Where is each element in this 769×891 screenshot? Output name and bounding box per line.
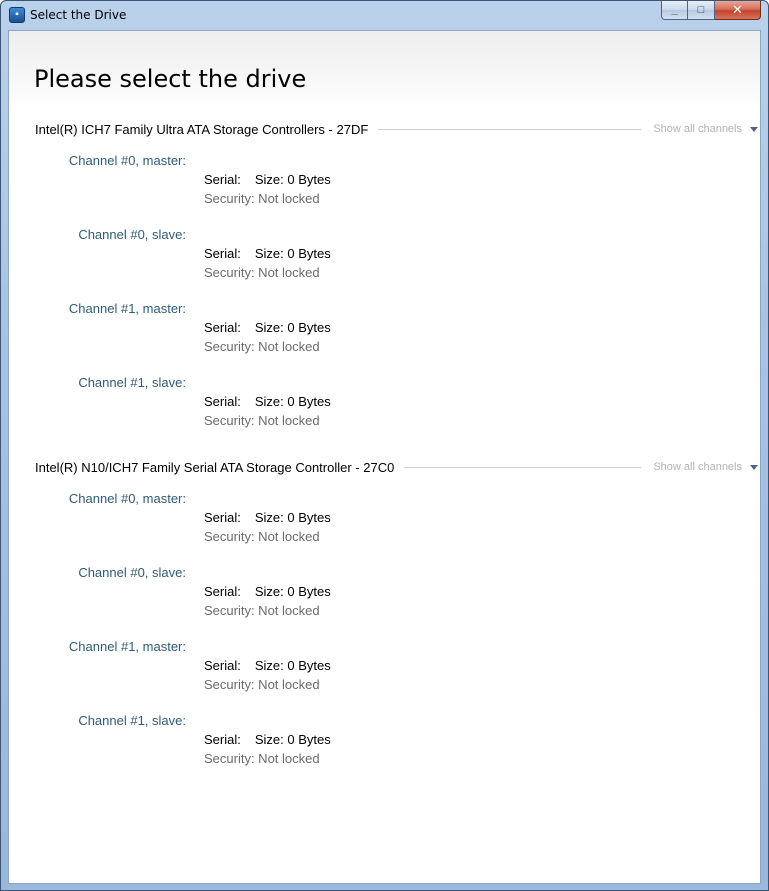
size-value: Size: 0 Bytes (254, 246, 331, 261)
drive-info: Serial: Size: 0 Bytes (204, 732, 331, 747)
title-bar[interactable]: ▪ Select the Drive _ □ ✕ (1, 1, 768, 30)
channel-label: Channel #1, slave: (78, 375, 186, 390)
controller-name: Intel(R) N10/ICH7 Family Serial ATA Stor… (35, 459, 395, 475)
minimize-button[interactable]: _ (661, 1, 688, 20)
channel-label: Channel #1, master: (68, 301, 186, 316)
size-value: Size: 0 Bytes (254, 584, 331, 599)
show-all-channels-link[interactable]: Show all channels (653, 461, 742, 473)
drive-info: Serial: Size: 0 Bytes (204, 510, 331, 525)
serial-label: Serial: (204, 394, 241, 409)
serial-label: Serial: (204, 732, 241, 747)
serial-label: Serial: (204, 320, 241, 335)
minimize-icon: _ (671, 4, 678, 16)
maximize-icon: □ (697, 4, 705, 16)
serial-label: Serial: (204, 246, 241, 261)
size-value: Size: 0 Bytes (254, 320, 331, 335)
channel-item[interactable]: Channel #1, master: Serial: Size: 0 Bytes… (9, 639, 760, 699)
channel-label: Channel #0, slave: (78, 565, 186, 580)
channel-label: Channel #1, slave: (78, 713, 186, 728)
drive-info: Serial: Size: 0 Bytes (204, 320, 331, 335)
security-status: Security: Not locked (204, 751, 320, 766)
security-status: Security: Not locked (204, 265, 320, 280)
serial-label: Serial: (204, 510, 241, 525)
close-button[interactable]: ✕ (715, 1, 761, 20)
window-controls: _ □ ✕ (661, 1, 761, 21)
chevron-down-icon[interactable] (750, 126, 758, 132)
channel-label: Channel #0, master: (68, 153, 186, 168)
controller-header: Intel(R) N10/ICH7 Family Serial ATA Stor… (35, 459, 760, 475)
serial-label: Serial: (204, 172, 241, 187)
size-value: Size: 0 Bytes (254, 658, 331, 673)
controller-name: Intel(R) ICH7 Family Ultra ATA Storage C… (35, 121, 369, 137)
channel-item[interactable]: Channel #0, slave: Serial: Size: 0 Bytes … (9, 227, 760, 287)
chevron-down-icon[interactable] (750, 464, 758, 470)
channel-label: Channel #1, master: (68, 639, 186, 654)
channel-label: Channel #0, slave: (78, 227, 186, 242)
drive-info: Serial: Size: 0 Bytes (204, 246, 331, 261)
drive-info: Serial: Size: 0 Bytes (204, 658, 331, 673)
security-status: Security: Not locked (204, 677, 320, 692)
serial-label: Serial: (204, 658, 241, 673)
channel-item[interactable]: Channel #0, master: Serial: Size: 0 Bytes… (9, 153, 760, 213)
channel-label: Channel #0, master: (68, 491, 186, 506)
app-drive-icon: ▪ (9, 7, 25, 23)
close-icon: ✕ (732, 2, 743, 17)
security-status: Security: Not locked (204, 529, 320, 544)
channel-item[interactable]: Channel #1, slave: Serial: Size: 0 Bytes … (9, 375, 760, 435)
security-status: Security: Not locked (204, 191, 320, 206)
channel-item[interactable]: Channel #1, slave: Serial: Size: 0 Bytes … (9, 713, 760, 773)
size-value: Size: 0 Bytes (254, 732, 331, 747)
drive-info: Serial: Size: 0 Bytes (204, 584, 331, 599)
dialog-window: ▪ Select the Drive _ □ ✕ Please select t… (0, 0, 769, 891)
window-title: Select the Drive (30, 8, 127, 22)
serial-label: Serial: (204, 584, 241, 599)
divider (378, 128, 642, 130)
maximize-button[interactable]: □ (688, 1, 715, 20)
drive-info: Serial: Size: 0 Bytes (204, 394, 331, 409)
security-status: Security: Not locked (204, 603, 320, 618)
security-status: Security: Not locked (204, 413, 320, 428)
client-area: Please select the drive Intel(R) ICH7 Fa… (8, 30, 761, 884)
size-value: Size: 0 Bytes (254, 510, 331, 525)
drive-info: Serial: Size: 0 Bytes (204, 172, 331, 187)
page-title: Please select the drive (34, 65, 307, 93)
security-status: Security: Not locked (204, 339, 320, 354)
channel-item[interactable]: Channel #0, slave: Serial: Size: 0 Bytes … (9, 565, 760, 625)
size-value: Size: 0 Bytes (254, 172, 331, 187)
controller-header: Intel(R) ICH7 Family Ultra ATA Storage C… (35, 121, 760, 137)
channel-item[interactable]: Channel #1, master: Serial: Size: 0 Bytes… (9, 301, 760, 361)
divider (404, 466, 642, 468)
size-value: Size: 0 Bytes (254, 394, 331, 409)
channel-item[interactable]: Channel #0, master: Serial: Size: 0 Bytes… (9, 491, 760, 551)
show-all-channels-link[interactable]: Show all channels (653, 123, 742, 135)
